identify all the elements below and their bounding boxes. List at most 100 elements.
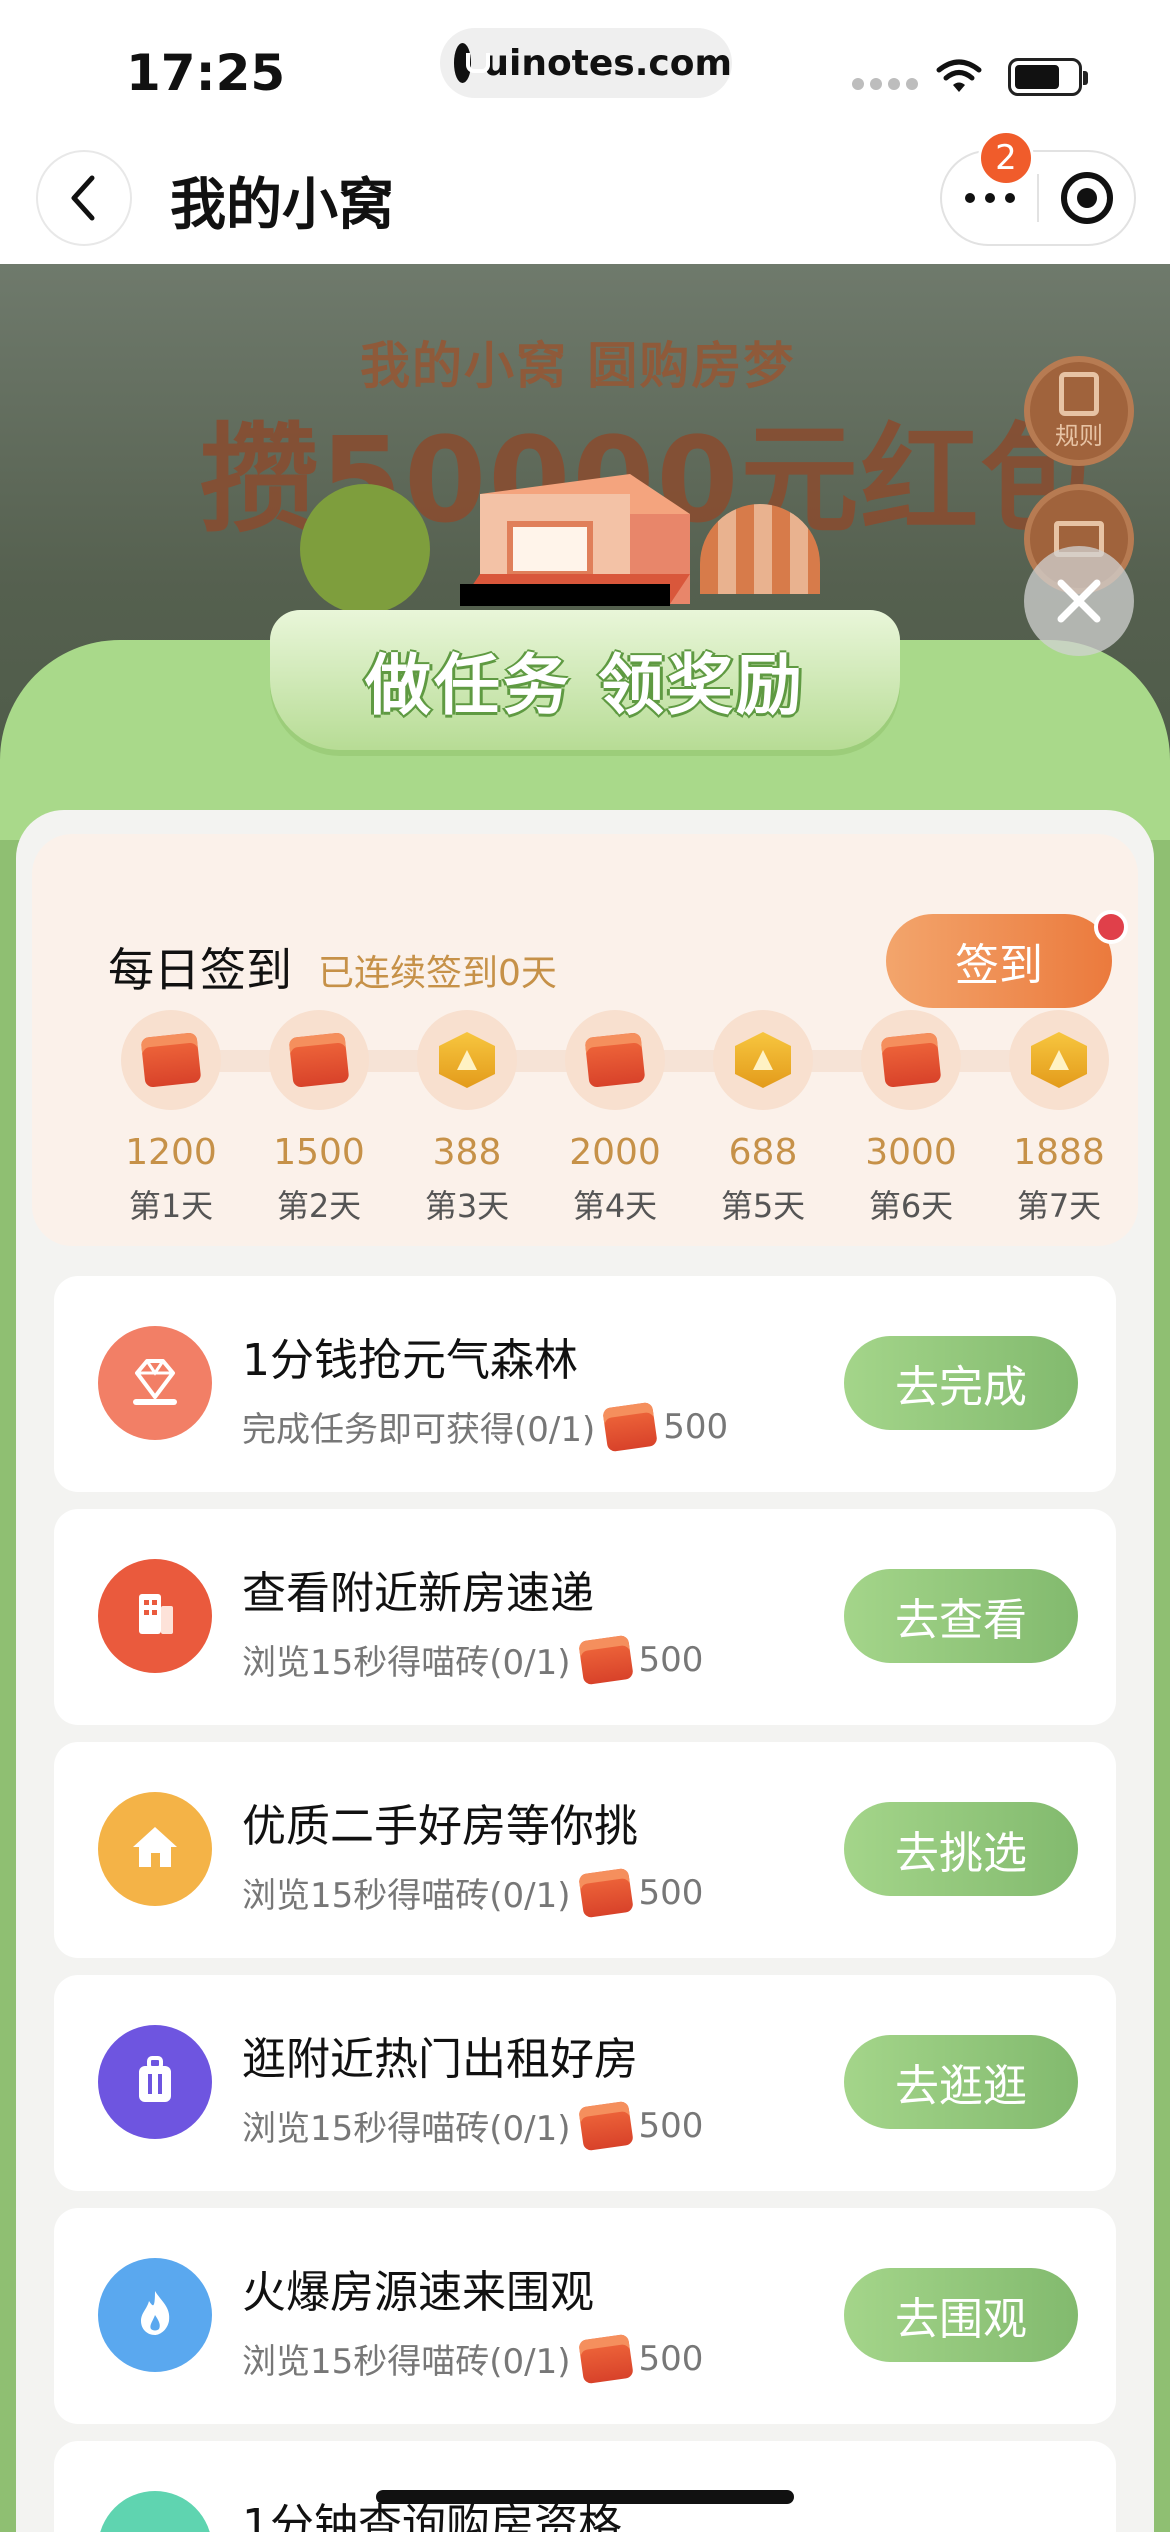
battery-icon xyxy=(1008,58,1088,96)
task-icon-badge xyxy=(98,2258,212,2372)
task-title: 优质二手好房等你挑 xyxy=(242,1801,638,1852)
reward-badge xyxy=(269,1010,369,1110)
close-mini-program-button[interactable] xyxy=(1039,172,1134,224)
gold-coin-icon xyxy=(439,1032,495,1088)
brick-icon xyxy=(880,1032,942,1088)
signin-day: 388 第3天 xyxy=(392,1010,542,1227)
task-action-button[interactable]: 去完成 xyxy=(844,1336,1078,1430)
notification-badge: 2 xyxy=(978,130,1034,186)
task-action-button[interactable]: 去围观 xyxy=(844,2268,1078,2362)
task-reward: 500 xyxy=(663,1406,729,1447)
home-indicator xyxy=(376,2490,794,2504)
reward-badge xyxy=(861,1010,961,1110)
task-card: 1分钱抢元气森林完成任务即可获得(0/1) 500 去完成 xyxy=(54,1276,1116,1492)
task-reward: 500 xyxy=(638,2338,704,2379)
signin-day: 1888 第7天 xyxy=(984,1010,1134,1227)
task-desc-text: 完成任务即可获得(0/1) xyxy=(242,1410,596,1450)
task-description: 浏览15秒得喵砖(0/1) 500 xyxy=(242,2333,704,2384)
signin-day: 1200 第1天 xyxy=(96,1010,246,1227)
url-pill[interactable]: uinotes.com xyxy=(440,28,732,98)
document-icon xyxy=(1059,371,1099,416)
brick-icon xyxy=(288,1032,350,1088)
task-icon-badge xyxy=(98,1326,212,1440)
day-label: 第7天 xyxy=(1016,1187,1102,1225)
task-reward: 500 xyxy=(638,1872,704,1913)
back-button[interactable] xyxy=(36,150,132,246)
signin-notification-dot xyxy=(1094,910,1128,944)
task-action-button[interactable]: 去逛逛 xyxy=(844,2035,1078,2129)
luggage-icon xyxy=(125,2050,185,2114)
daily-signin-card: 每日签到 已连续签到0天 签到 1200 第1天 1500 第2天 388 第3天 2000… xyxy=(32,834,1138,1246)
flame-icon xyxy=(125,2283,185,2347)
wifi-icon xyxy=(936,59,982,92)
brick-icon xyxy=(577,2333,634,2384)
tree-illustration xyxy=(300,484,430,614)
rules-button[interactable]: 规则 xyxy=(1024,356,1134,466)
brick-icon xyxy=(602,1401,659,1452)
task-description: 浏览15秒得喵砖(0/1) 500 xyxy=(242,1634,704,1685)
task-description: 浏览15秒得喵砖(0/1) 500 xyxy=(242,2100,704,2151)
task-card: 查看附近新房速递浏览15秒得喵砖(0/1) 500 去查看 xyxy=(54,1509,1116,1725)
signin-streak: 已连续签到0天 xyxy=(318,953,557,994)
task-description: 完成任务即可获得(0/1) 500 xyxy=(242,1401,729,1452)
day-label: 第4天 xyxy=(572,1187,658,1225)
day-label: 第1天 xyxy=(128,1187,214,1225)
task-card: 1分钟查询购房资格 xyxy=(54,2441,1116,2532)
task-icon-badge xyxy=(98,2491,212,2532)
task-action-button[interactable]: 去挑选 xyxy=(844,1802,1078,1896)
status-bar: 17:25 uinotes.com xyxy=(0,0,1170,132)
day-label: 第2天 xyxy=(276,1187,362,1225)
day-amount: 1500 xyxy=(273,1132,365,1173)
signin-day: 1500 第2天 xyxy=(244,1010,394,1227)
task-title: 查看附近新房速递 xyxy=(242,1568,594,1619)
brick-icon xyxy=(584,1032,646,1088)
day-label: 第5天 xyxy=(720,1187,806,1225)
day-label: 第3天 xyxy=(424,1187,510,1225)
task-card: 火爆房源速来围观浏览15秒得喵砖(0/1) 500 去围观 xyxy=(54,2208,1116,2424)
signin-day: 2000 第4天 xyxy=(540,1010,690,1227)
signin-day: 3000 第6天 xyxy=(836,1010,986,1227)
reward-badge xyxy=(565,1010,665,1110)
task-title: 1分钱抢元气森林 xyxy=(242,1335,578,1386)
close-icon xyxy=(1057,579,1101,623)
target-icon xyxy=(1060,172,1113,224)
more-menu-button[interactable] xyxy=(942,193,1037,203)
task-sheet: 每日签到 已连续签到0天 签到 1200 第1天 1500 第2天 388 第3天 2000… xyxy=(16,810,1154,2532)
rules-label: 规则 xyxy=(1055,421,1103,450)
task-action-button[interactable]: 去查看 xyxy=(844,1569,1078,1663)
day-amount: 2000 xyxy=(569,1132,661,1173)
day-amount: 688 xyxy=(728,1132,798,1173)
reward-badge xyxy=(713,1010,813,1110)
diamond-icon xyxy=(125,1351,185,1415)
check-icon xyxy=(125,2516,185,2532)
close-overlay-button[interactable] xyxy=(1024,546,1134,656)
day-amount: 3000 xyxy=(865,1132,957,1173)
url-text: uinotes.com xyxy=(483,42,732,84)
task-desc-text: 浏览15秒得喵砖(0/1) xyxy=(242,1876,571,1916)
signin-button[interactable]: 签到 xyxy=(886,914,1112,1008)
signin-day: 688 第5天 xyxy=(688,1010,838,1227)
task-icon-badge xyxy=(98,1559,212,1673)
task-reward: 500 xyxy=(638,2105,704,2146)
task-title: 火爆房源速来围观 xyxy=(242,2267,594,2318)
day-label: 第6天 xyxy=(868,1187,954,1225)
reward-badge xyxy=(121,1010,221,1110)
task-icon-badge xyxy=(98,1792,212,1906)
day-amount: 1888 xyxy=(1013,1132,1105,1173)
task-reward: 500 xyxy=(638,1639,704,1680)
reward-badge xyxy=(1009,1010,1109,1110)
brick-icon xyxy=(577,2100,634,2151)
task-desc-text: 浏览15秒得喵砖(0/1) xyxy=(242,1643,571,1683)
task-card: 逛附近热门出租好房浏览15秒得喵砖(0/1) 500 去逛逛 xyxy=(54,1975,1116,2191)
house-illustration xyxy=(460,474,690,606)
task-desc-text: 浏览15秒得喵砖(0/1) xyxy=(242,2109,571,2149)
chevron-left-icon xyxy=(71,175,95,221)
task-card: 优质二手好房等你挑浏览15秒得喵砖(0/1) 500 去挑选 xyxy=(54,1742,1116,1958)
brick-icon xyxy=(577,1867,634,1918)
day-amount: 388 xyxy=(432,1132,502,1173)
house-icon xyxy=(125,1817,185,1881)
task-title: 逛附近热门出租好房 xyxy=(242,2034,638,2085)
cellular-signal-icon xyxy=(852,78,918,90)
day-amount: 1200 xyxy=(125,1132,217,1173)
building-icon xyxy=(125,1584,185,1648)
